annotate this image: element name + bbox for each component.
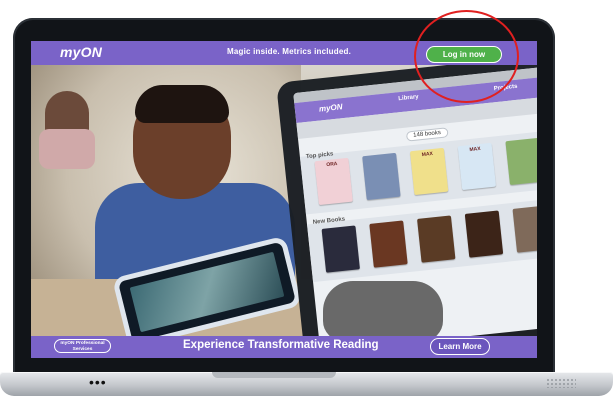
- book-cover: [512, 205, 537, 253]
- book-cover: ORA: [314, 157, 353, 206]
- tagline: Magic inside. Metrics included.: [227, 47, 352, 56]
- book-cover: MAX: [409, 147, 449, 196]
- book-cover: [505, 137, 537, 186]
- hero-image: myON Library Projects 148 books Top pick…: [31, 65, 537, 336]
- speaker-grille: [546, 378, 576, 388]
- book-title: MAX: [421, 150, 434, 159]
- book-title: MAX: [469, 145, 481, 154]
- myon-logo[interactable]: myON: [60, 44, 102, 60]
- laptop-base-notch: [212, 372, 336, 378]
- book-cover: [362, 152, 401, 201]
- logo-text: myON: [60, 44, 103, 60]
- student-girl-shirt: [39, 129, 95, 169]
- bottom-bar: myON Professional Services Experience Tr…: [31, 336, 537, 358]
- student-boy-hair: [135, 85, 229, 123]
- hand-holding-ipad: [323, 281, 443, 336]
- student-girl-image: [39, 91, 95, 169]
- professional-services-button[interactable]: myON Professional Services: [54, 339, 111, 353]
- book-title: ORA: [326, 160, 338, 169]
- highlight-circle-annotation: [414, 10, 519, 103]
- book-cover: [417, 215, 456, 263]
- ipad-book-count: 148 books: [405, 127, 449, 142]
- book-cover: [321, 225, 360, 273]
- more-dots-icon[interactable]: •••: [89, 375, 107, 389]
- book-cover: [369, 220, 408, 268]
- learn-more-button[interactable]: Learn More: [430, 338, 490, 355]
- book-cover: MAX: [457, 142, 497, 191]
- headline: Experience Transformative Reading: [183, 339, 379, 351]
- book-cover: [464, 210, 504, 258]
